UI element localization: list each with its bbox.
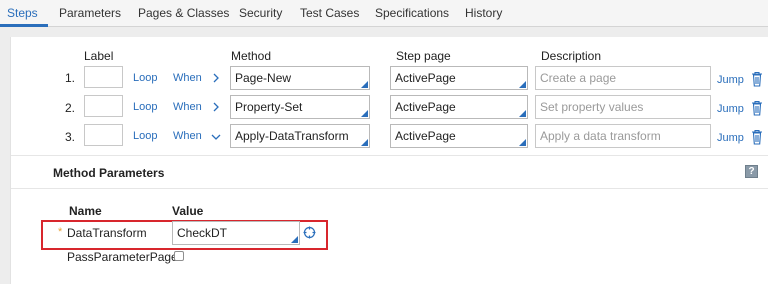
trash-icon[interactable] bbox=[751, 71, 763, 87]
jump-link[interactable]: Jump bbox=[717, 103, 744, 115]
description-input[interactable]: Set property values bbox=[535, 95, 711, 119]
active-tab-indicator bbox=[0, 24, 48, 27]
step-page-field[interactable]: ActivePage bbox=[390, 124, 528, 148]
rule-tab-bar: Steps Parameters Pages & Classes Securit… bbox=[0, 0, 768, 27]
help-icon[interactable]: ? bbox=[745, 165, 758, 178]
step-label-input[interactable] bbox=[84, 66, 123, 88]
autocomplete-corner-icon bbox=[291, 236, 298, 243]
step-page-value: ActivePage bbox=[395, 71, 456, 85]
column-header-step-page: Step page bbox=[396, 49, 451, 63]
required-icon: * bbox=[58, 226, 63, 238]
tab-test-cases[interactable]: Test Cases bbox=[300, 6, 359, 20]
tab-specifications[interactable]: Specifications bbox=[375, 6, 449, 20]
steps-panel: Label Method Step page Description 1. Lo… bbox=[10, 37, 768, 284]
when-link[interactable]: When bbox=[173, 101, 202, 113]
autocomplete-corner-icon bbox=[361, 81, 368, 88]
column-header-label: Label bbox=[84, 49, 114, 63]
method-value: Page-New bbox=[235, 71, 292, 85]
method-field[interactable]: Apply-DataTransform bbox=[230, 124, 370, 148]
tab-steps[interactable]: Steps bbox=[7, 6, 38, 20]
tab-security[interactable]: Security bbox=[239, 6, 282, 20]
trash-icon[interactable] bbox=[751, 129, 763, 145]
chevron-right-icon[interactable] bbox=[211, 102, 221, 112]
method-field[interactable]: Page-New bbox=[230, 66, 370, 90]
step-number: 1. bbox=[64, 71, 75, 85]
description-input[interactable]: Apply a data transform bbox=[535, 124, 711, 148]
autocomplete-corner-icon bbox=[519, 81, 526, 88]
column-header-method: Method bbox=[231, 49, 272, 63]
crosshair-icon[interactable] bbox=[303, 226, 316, 239]
trash-icon[interactable] bbox=[751, 100, 763, 116]
when-link[interactable]: When bbox=[173, 130, 202, 142]
data-transform-value: CheckDT bbox=[177, 226, 228, 240]
pass-parameter-page-checkbox[interactable] bbox=[174, 251, 184, 261]
step-number: 3. bbox=[64, 130, 75, 144]
autocomplete-corner-icon bbox=[519, 110, 526, 117]
step-label-input[interactable] bbox=[84, 124, 123, 146]
loop-link[interactable]: Loop bbox=[133, 72, 157, 84]
method-value: Property-Set bbox=[235, 100, 303, 114]
jump-link[interactable]: Jump bbox=[717, 132, 744, 144]
tab-parameters[interactable]: Parameters bbox=[59, 6, 121, 20]
param-header-value: Value bbox=[172, 204, 204, 218]
step-page-value: ActivePage bbox=[395, 100, 456, 114]
description-input[interactable]: Create a page bbox=[535, 66, 711, 90]
chevron-right-icon[interactable] bbox=[211, 73, 221, 83]
step-page-value: ActivePage bbox=[395, 129, 456, 143]
when-link[interactable]: When bbox=[173, 72, 202, 84]
section-divider bbox=[11, 155, 768, 156]
loop-link[interactable]: Loop bbox=[133, 130, 157, 142]
autocomplete-corner-icon bbox=[519, 139, 526, 146]
param-header-name: Name bbox=[69, 204, 102, 218]
step-label-input[interactable] bbox=[84, 95, 123, 117]
step-number: 2. bbox=[64, 101, 75, 115]
method-value: Apply-DataTransform bbox=[235, 129, 349, 143]
data-transform-label: DataTransform bbox=[67, 226, 147, 240]
tab-history[interactable]: History bbox=[465, 6, 502, 20]
chevron-down-icon[interactable] bbox=[211, 132, 221, 142]
tab-pages-classes[interactable]: Pages & Classes bbox=[138, 6, 229, 20]
autocomplete-corner-icon bbox=[361, 110, 368, 117]
step-page-field[interactable]: ActivePage bbox=[390, 66, 528, 90]
autocomplete-corner-icon bbox=[361, 139, 368, 146]
data-transform-field[interactable]: CheckDT bbox=[172, 221, 300, 245]
column-header-description: Description bbox=[541, 49, 602, 63]
method-field[interactable]: Property-Set bbox=[230, 95, 370, 119]
loop-link[interactable]: Loop bbox=[133, 101, 157, 113]
pass-parameter-page-label: PassParameterPage bbox=[67, 250, 178, 264]
section-divider bbox=[11, 188, 768, 189]
jump-link[interactable]: Jump bbox=[717, 74, 744, 86]
step-page-field[interactable]: ActivePage bbox=[390, 95, 528, 119]
method-parameters-title: Method Parameters bbox=[53, 166, 165, 180]
